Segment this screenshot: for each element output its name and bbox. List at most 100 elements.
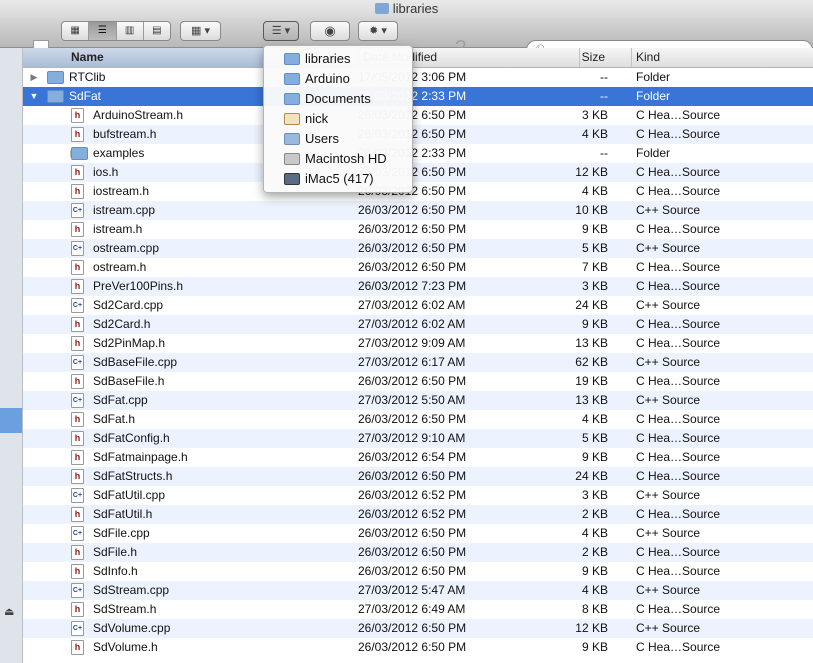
file-row[interactable]: C+ SdFile.cpp 26/03/2012 6:50 PM 4 KB C++ So…	[23, 524, 813, 543]
file-row[interactable]: h Sd2PinMap.h 27/03/2012 9:09 AM 13 KB C Hea…	[23, 334, 813, 353]
path-menu-item[interactable]: iMac5 (417)	[264, 169, 412, 189]
file-row[interactable]: h SdFile.h 26/03/2012 6:50 PM 2 KB C Hea…Sou…	[23, 543, 813, 562]
header-file-icon: h	[71, 564, 84, 579]
file-kind: C++ Source	[636, 355, 701, 369]
file-name: SdBaseFile.h	[93, 374, 165, 388]
file-row[interactable]: h ostream.h 26/03/2012 6:50 PM 7 KB C Hea…So…	[23, 258, 813, 277]
file-row[interactable]: hArduinoStream.h26/03/2012 6:50 PM3 KBC …	[23, 106, 813, 125]
file-row[interactable]: ▶examples26/03/2012 2:33 PM--Folder	[23, 144, 813, 163]
folder-icon	[284, 93, 300, 105]
file-size: 7 KB	[581, 260, 608, 274]
coverflow-view-button[interactable]: ▤	[143, 22, 170, 40]
file-name: Sd2Card.cpp	[93, 298, 164, 312]
file-size: 24 KB	[575, 469, 608, 483]
file-row[interactable]: C+ ostream.cpp 26/03/2012 6:50 PM 5 KB C++ S…	[23, 239, 813, 258]
list-view-button[interactable]: ☰	[89, 22, 117, 40]
file-size: 9 KB	[581, 222, 608, 236]
sidebar: ⏏	[0, 48, 23, 663]
arrange-button[interactable]: ▦ ▾	[180, 21, 221, 41]
file-row[interactable]: h SdInfo.h 26/03/2012 6:50 PM 9 KB C Hea…Sou…	[23, 562, 813, 581]
path-menu-label: Users	[305, 131, 339, 146]
file-date: 26/03/2012 6:50 PM	[358, 469, 467, 483]
file-row[interactable]: h SdFat.h 26/03/2012 6:50 PM 4 KB C Hea…Sour…	[23, 410, 813, 429]
path-menu-item[interactable]: Macintosh HD	[264, 149, 412, 169]
cpp-file-icon: C+	[71, 526, 84, 541]
file-size: 24 KB	[575, 298, 608, 312]
header-file-icon: h	[71, 184, 84, 199]
column-header-size[interactable]: Size	[579, 48, 631, 67]
file-row[interactable]: h SdFatUtil.h 26/03/2012 6:52 PM 2 KB C Hea……	[23, 505, 813, 524]
header-file-icon: h	[71, 108, 84, 123]
file-name: SdStream.cpp	[93, 583, 170, 597]
file-row[interactable]: C+ Sd2Card.cpp 27/03/2012 6:02 AM 24 KB C++ …	[23, 296, 813, 315]
file-name: ios.h	[93, 165, 119, 179]
file-row[interactable]: hiostream.h26/03/2012 6:50 PM4 KBC Hea…S…	[23, 182, 813, 201]
file-row[interactable]: C+ SdBaseFile.cpp 27/03/2012 6:17 AM 62 KB C…	[23, 353, 813, 372]
file-row[interactable]: ▼SdFat26/03/2012 2:33 PM--Folder	[23, 87, 813, 106]
cpp-file-icon: C+	[71, 488, 84, 503]
file-row[interactable]: hios.h26/03/2012 6:50 PM12 KBC Hea…Sourc…	[23, 163, 813, 182]
file-name: SdFat.h	[93, 412, 136, 426]
eject-icon[interactable]: ⏏	[4, 605, 14, 618]
file-kind: C Hea…Source	[636, 450, 721, 464]
file-row[interactable]: C+ SdVolume.cpp 26/03/2012 6:50 PM 12 KB C++…	[23, 619, 813, 638]
file-name: istream.h	[93, 222, 143, 236]
file-date: 26/03/2012 6:50 PM	[358, 640, 467, 654]
folder-icon	[47, 71, 64, 84]
header-file-icon: h	[71, 317, 84, 332]
file-size: --	[600, 70, 608, 84]
file-name: ArduinoStream.h	[93, 108, 184, 122]
file-size: 19 KB	[575, 374, 608, 388]
column-header-kind[interactable]: Kind	[631, 48, 813, 67]
header-file-icon: h	[71, 450, 84, 465]
file-row[interactable]: h istream.h 26/03/2012 6:50 PM 9 KB C Hea…So…	[23, 220, 813, 239]
file-kind: C++ Source	[636, 583, 701, 597]
file-row[interactable]: h SdVolume.h 26/03/2012 6:50 PM 9 KB C Hea…S…	[23, 638, 813, 657]
grid-icon: ▦ ▾	[191, 25, 210, 37]
file-row[interactable]: h SdFatmainpage.h 26/03/2012 6:54 PM 9 KB C …	[23, 448, 813, 467]
quicklook-button[interactable]: ◉	[310, 21, 350, 41]
file-name: Sd2Card.h	[93, 317, 151, 331]
file-row[interactable]: C+ SdStream.cpp 27/03/2012 5:47 AM 4 KB C++ …	[23, 581, 813, 600]
icon-view-button[interactable]: ▦	[62, 22, 90, 40]
path-menu-item[interactable]: nick	[264, 109, 412, 129]
path-button[interactable]: ☰ ▾	[263, 21, 299, 41]
file-date: 26/03/2012 6:54 PM	[358, 450, 467, 464]
folder-icon	[284, 53, 300, 65]
file-row[interactable]: C+ SdFat.cpp 27/03/2012 5:50 AM 13 KB C++ So…	[23, 391, 813, 410]
path-menu-item[interactable]: Users	[264, 129, 412, 149]
action-button[interactable]: ✹ ▾	[358, 21, 398, 41]
path-menu-label: Documents	[305, 91, 371, 106]
path-menu-item[interactable]: libraries	[264, 49, 412, 69]
toolbar: PDF ▦ ☰ ▥ ▤ ▦ ▾ ☰ ▾ ◉ ✹ ▾ ? 🔍︎	[0, 18, 813, 62]
column-view-button[interactable]: ▥	[116, 22, 144, 40]
header-file-icon: h	[71, 545, 84, 560]
file-row[interactable]: h SdFatConfig.h 27/03/2012 9:10 AM 5 KB C He…	[23, 429, 813, 448]
file-name: SdFatConfig.h	[93, 431, 170, 445]
file-row[interactable]: h Sd2Card.h 27/03/2012 6:02 AM 9 KB C Hea…So…	[23, 315, 813, 334]
file-row[interactable]: h PreVer100Pins.h 26/03/2012 7:23 PM 3 KB C …	[23, 277, 813, 296]
file-size: 4 KB	[581, 583, 608, 597]
file-size: 13 KB	[575, 393, 608, 407]
file-size: 5 KB	[581, 241, 608, 255]
file-kind: C Hea…Source	[636, 564, 721, 578]
file-date: 26/03/2012 7:23 PM	[358, 279, 467, 293]
path-menu-item[interactable]: Documents	[264, 89, 412, 109]
file-row[interactable]: h SdStream.h 27/03/2012 6:49 AM 8 KB C Hea…S…	[23, 600, 813, 619]
file-row[interactable]: h SdBaseFile.h 26/03/2012 6:50 PM 19 KB C He…	[23, 372, 813, 391]
file-row[interactable]: hbufstream.h26/03/2012 6:50 PM4 KBC Hea……	[23, 125, 813, 144]
header-file-icon: h	[71, 640, 84, 655]
file-name: ostream.cpp	[93, 241, 160, 255]
path-menu-item[interactable]: Arduino	[264, 69, 412, 89]
file-row[interactable]: ▶RTClib17/05/2012 3:06 PM--Folder	[23, 68, 813, 87]
disclosure-open-icon[interactable]: ▼	[29, 87, 39, 106]
file-size: 9 KB	[581, 450, 608, 464]
sidebar-selected-item[interactable]	[0, 408, 22, 433]
file-row[interactable]: h SdFatStructs.h 26/03/2012 6:50 PM 24 KB C …	[23, 467, 813, 486]
file-date: 27/03/2012 6:49 AM	[358, 602, 466, 616]
header-file-icon: h	[71, 374, 84, 389]
file-row[interactable]: C+ SdFatUtil.cpp 26/03/2012 6:52 PM 3 KB C++…	[23, 486, 813, 505]
disclosure-closed-icon[interactable]: ▶	[29, 68, 39, 87]
file-size: 3 KB	[581, 488, 608, 502]
file-row[interactable]: C+ istream.cpp 26/03/2012 6:50 PM 10 KB C++ …	[23, 201, 813, 220]
